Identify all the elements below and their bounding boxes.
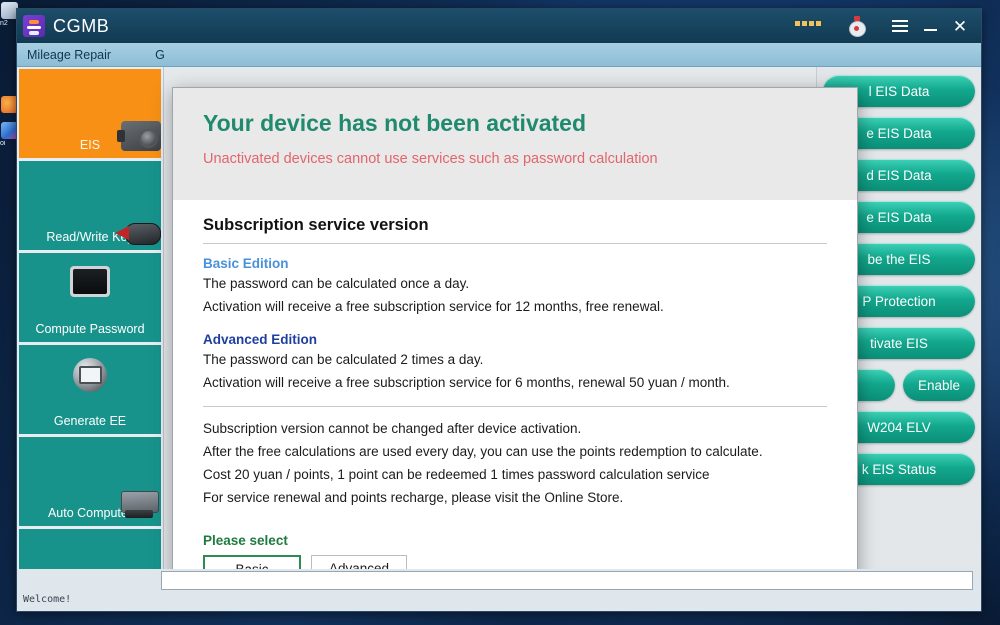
sidebar-item-label: Generate EE xyxy=(53,414,127,428)
section-divider-top xyxy=(203,243,827,244)
enable-button[interactable]: Enable xyxy=(903,369,975,401)
statusbar: Welcome! xyxy=(17,569,981,611)
window-titlebar: CGMB ✕ xyxy=(17,9,981,43)
choice-advanced-button[interactable]: Advanced xyxy=(311,555,407,569)
status-message: Welcome! xyxy=(23,594,72,605)
edition-advanced-block: Advanced Edition The password can be cal… xyxy=(203,332,827,392)
please-select-label: Please select xyxy=(203,533,288,548)
note-line-1: Subscription version cannot be changed a… xyxy=(203,421,582,436)
edition-name-advanced: Advanced Edition xyxy=(203,332,318,347)
hamburger-menu-icon[interactable] xyxy=(885,11,915,41)
activation-dialog: Your device has not been activated Unact… xyxy=(172,87,858,569)
sidebar-item-read-write-key[interactable]: Read/Write Key xyxy=(19,161,161,250)
section-divider-bottom xyxy=(203,406,827,407)
status-input[interactable] xyxy=(161,571,973,590)
edition-advanced-line-2: Activation will receive a free subscript… xyxy=(203,375,730,390)
grip-dots-icon xyxy=(795,21,825,31)
cgmb-logo-icon xyxy=(23,15,45,37)
edition-basic-line-2: Activation will receive a free subscript… xyxy=(203,299,664,314)
edition-name-basic: Basic Edition xyxy=(203,256,289,271)
sidebar-item-generate-ee[interactable]: Generate EE xyxy=(19,345,161,434)
dialog-body: Subscription service version Basic Editi… xyxy=(173,200,857,569)
workspace: EIS Read/Write Key Compute Password Gene… xyxy=(17,67,981,569)
main-application-window: CGMB ✕ Mileage Repair G EIS Read/Write K… xyxy=(16,8,982,612)
note-line-4: For service renewal and points recharge,… xyxy=(203,490,624,505)
eis-module-icon xyxy=(117,121,161,151)
edition-basic-line-1: The password can be calculated once a da… xyxy=(203,276,470,291)
menubar: Mileage Repair G xyxy=(17,43,981,67)
ecu-module-icon xyxy=(117,491,161,519)
section-title: Subscription service version xyxy=(203,216,429,234)
dialog-subheading: Unactivated devices cannot use services … xyxy=(203,151,658,167)
menu-mileage-repair[interactable]: Mileage Repair xyxy=(27,48,111,62)
sidebar-item-compute-password[interactable]: Compute Password xyxy=(19,253,161,342)
sidebar-item-elv[interactable]: ELV xyxy=(19,529,161,569)
sidebar-item-label: Compute Password xyxy=(35,322,145,336)
edition-choice-group: Basic Advanced xyxy=(203,555,827,569)
compute-screen-icon xyxy=(70,266,110,297)
choice-basic-button[interactable]: Basic xyxy=(203,555,301,569)
edition-basic-block: Basic Edition The password can be calcul… xyxy=(203,256,827,316)
note-line-2: After the free calculations are used eve… xyxy=(203,444,763,459)
dialog-heading: Your device has not been activated xyxy=(203,110,587,136)
menu-g-truncated[interactable]: G xyxy=(155,48,165,62)
edition-gap xyxy=(203,320,827,332)
minimize-icon[interactable] xyxy=(915,11,945,41)
dialog-header: Your device has not been activated Unact… xyxy=(173,88,857,200)
sidebar-item-auto-computer[interactable]: Auto Computer xyxy=(19,437,161,526)
note-line-3: Cost 20 yuan / points, 1 point can be re… xyxy=(203,467,710,482)
notes-block: Subscription version cannot be changed a… xyxy=(203,419,827,507)
stopwatch-icon[interactable] xyxy=(847,16,867,37)
generate-ee-icon xyxy=(73,358,107,392)
sidebar-item-eis[interactable]: EIS xyxy=(19,69,161,158)
close-icon[interactable]: ✕ xyxy=(945,11,975,41)
car-key-icon xyxy=(115,223,161,245)
edition-advanced-line-1: The password can be calculated 2 times a… xyxy=(203,352,484,367)
window-title: CGMB xyxy=(53,15,110,36)
nav-rail: EIS Read/Write Key Compute Password Gene… xyxy=(17,67,164,569)
